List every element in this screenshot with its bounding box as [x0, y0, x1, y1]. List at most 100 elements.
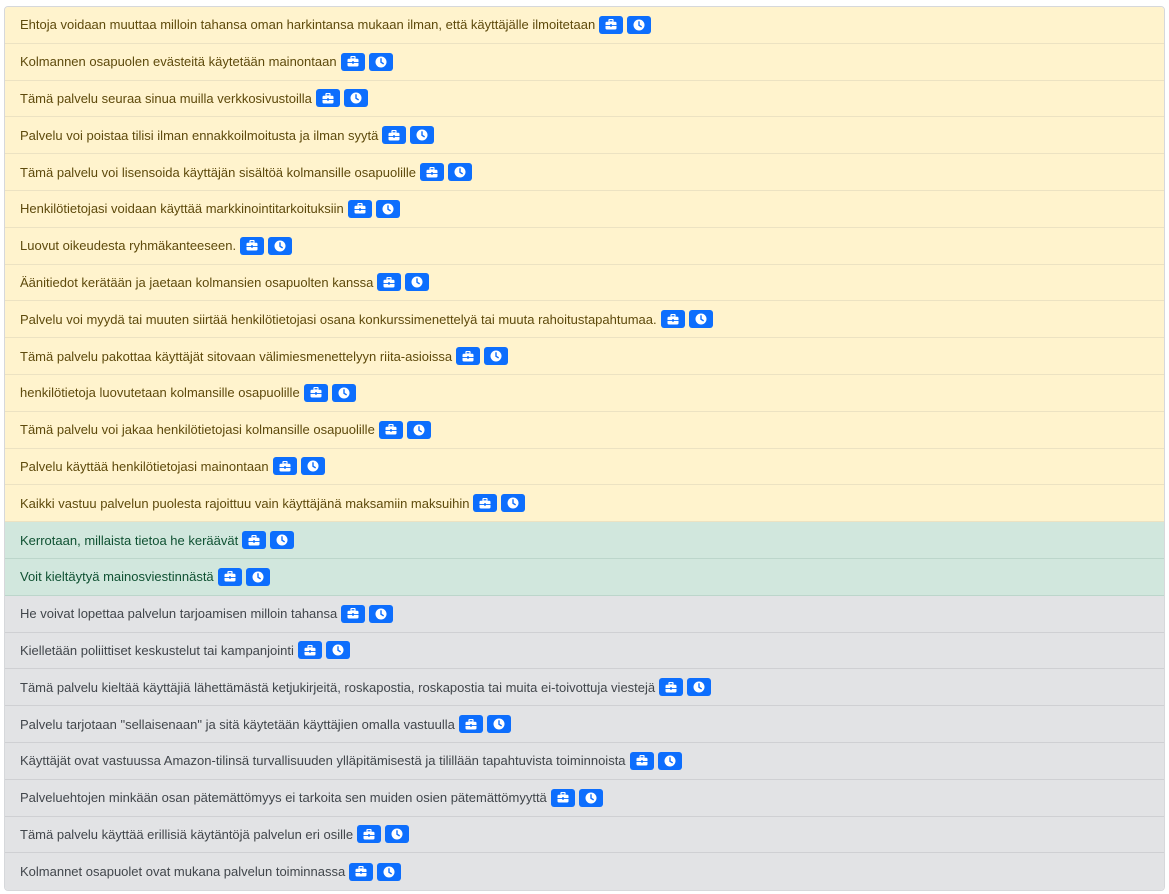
history-button[interactable] [448, 163, 472, 182]
case-button[interactable] [382, 126, 407, 145]
clock-icon [490, 350, 502, 362]
briefcase-icon [354, 203, 366, 214]
case-button[interactable] [629, 751, 654, 770]
clock-icon [585, 792, 597, 804]
case-button[interactable] [315, 89, 340, 108]
history-button[interactable] [385, 825, 410, 844]
history-button[interactable] [270, 531, 295, 550]
history-button[interactable] [343, 89, 368, 108]
history-button[interactable] [368, 52, 393, 71]
list-item: Palvelu voi poistaa tilisi ilman ennakko… [5, 117, 1164, 155]
clock-icon [350, 92, 362, 104]
case-button[interactable] [357, 825, 382, 844]
clock-icon [693, 681, 705, 693]
list-item: Kerrotaan, millaista tietoa he keräävät [5, 522, 1164, 559]
list-item: Palvelu tarjotaan "sellaisenaan" ja sitä… [5, 706, 1164, 743]
case-button[interactable] [377, 273, 402, 292]
history-button[interactable] [406, 420, 431, 439]
case-button[interactable] [659, 678, 684, 697]
case-button[interactable] [347, 199, 372, 218]
case-button[interactable] [341, 604, 366, 623]
history-button[interactable] [501, 494, 526, 513]
list-item-text: Palvelu voi poistaa tilisi ilman ennakko… [20, 127, 379, 143]
clock-icon [276, 534, 288, 546]
briefcase-icon [667, 313, 679, 325]
case-button[interactable] [349, 862, 374, 881]
list-item-text: Käyttäjät ovat vastuussa Amazon-tilinsä … [20, 753, 626, 769]
history-button[interactable] [657, 751, 682, 770]
briefcase-icon [426, 166, 438, 178]
history-button[interactable] [331, 383, 356, 402]
history-button[interactable] [375, 199, 400, 218]
case-button[interactable] [217, 567, 242, 586]
clock-icon [375, 608, 387, 620]
briefcase-icon [665, 681, 677, 693]
list-item: Palvelu käyttää henkilötietojasi mainont… [5, 448, 1164, 486]
list-item: henkilötietoja luovutetaan kolmansille o… [5, 374, 1164, 412]
case-button[interactable] [473, 494, 498, 513]
case-button[interactable] [378, 420, 403, 439]
list-item-text: Tämä palvelu käyttää erillisiä käytäntöj… [20, 826, 354, 842]
clock-icon [413, 424, 425, 436]
briefcase-icon [479, 497, 491, 509]
list-item: Tämä palvelu voi lisensoida käyttäjän si… [5, 154, 1164, 191]
briefcase-icon [465, 718, 477, 730]
history-button[interactable] [687, 678, 712, 697]
list-item: Palvelu voi myydä tai muuten siirtää hen… [5, 301, 1164, 339]
clock-icon [274, 240, 286, 252]
history-button[interactable] [300, 457, 325, 476]
history-button[interactable] [268, 236, 293, 255]
list-item-text: Tämä palvelu voi jakaa henkilötietojasi … [20, 422, 375, 438]
clock-icon [633, 19, 645, 31]
case-button[interactable] [660, 310, 685, 329]
list-item: Kolmannet osapuolet ovat mukana palvelun… [5, 853, 1164, 891]
briefcase-icon [224, 571, 236, 582]
list-item-text: Kielletään poliittiset keskustelut tai k… [20, 642, 294, 658]
list-item-text: Tämä palvelu voi lisensoida käyttäjän si… [20, 164, 416, 180]
clock-icon [332, 644, 344, 656]
briefcase-icon [304, 644, 316, 656]
clock-icon [383, 866, 395, 878]
case-button[interactable] [240, 236, 265, 255]
list-item-text: Kerrotaan, millaista tietoa he keräävät [20, 532, 239, 548]
history-button[interactable] [325, 641, 350, 660]
history-button[interactable] [578, 788, 603, 807]
case-button[interactable] [303, 383, 328, 402]
list-item-text: Kaikki vastuu palvelun puolesta rajoittu… [20, 495, 470, 511]
clock-icon [338, 387, 350, 399]
history-button[interactable] [410, 126, 435, 145]
case-button[interactable] [420, 163, 444, 182]
history-button[interactable] [484, 347, 509, 366]
clock-icon [391, 828, 403, 840]
case-button[interactable] [599, 15, 624, 34]
list-item: Tämä palvelu seuraa sinua muilla verkkos… [5, 80, 1164, 118]
list-item: Henkilötietojasi voidaan käyttää markkin… [5, 190, 1164, 228]
history-button[interactable] [627, 15, 652, 34]
briefcase-icon [388, 129, 400, 141]
history-button[interactable] [405, 273, 430, 292]
history-button[interactable] [245, 567, 270, 586]
list-item-text: Tämä palvelu seuraa sinua muilla verkkos… [20, 90, 312, 106]
briefcase-icon [636, 755, 648, 766]
case-button[interactable] [458, 715, 483, 734]
list-item-text: Palvelu tarjotaan "sellaisenaan" ja sitä… [20, 716, 455, 732]
list-item: Kaikki vastuu palvelun puolesta rajoittu… [5, 485, 1164, 523]
history-button[interactable] [369, 604, 394, 623]
list-item-text: He voivat lopettaa palvelun tarjoamisen … [20, 606, 338, 622]
history-button[interactable] [377, 862, 402, 881]
clock-icon [454, 166, 466, 178]
case-button[interactable] [340, 52, 365, 71]
history-button[interactable] [486, 715, 511, 734]
history-button[interactable] [688, 310, 713, 329]
list-item-text: Kolmannet osapuolet ovat mukana palvelun… [20, 864, 346, 880]
briefcase-icon [355, 866, 367, 877]
list-item-text: henkilötietoja luovutetaan kolmansille o… [20, 385, 300, 401]
case-button[interactable] [550, 788, 575, 807]
list-item-text: Voit kieltäytyä mainosviestinnästä [20, 569, 214, 585]
case-button[interactable] [456, 347, 481, 366]
list-item: He voivat lopettaa palvelun tarjoamisen … [5, 595, 1164, 633]
list-item: Kielletään poliittiset keskustelut tai k… [5, 632, 1164, 670]
case-button[interactable] [272, 457, 297, 476]
case-button[interactable] [242, 531, 267, 550]
case-button[interactable] [297, 641, 322, 660]
